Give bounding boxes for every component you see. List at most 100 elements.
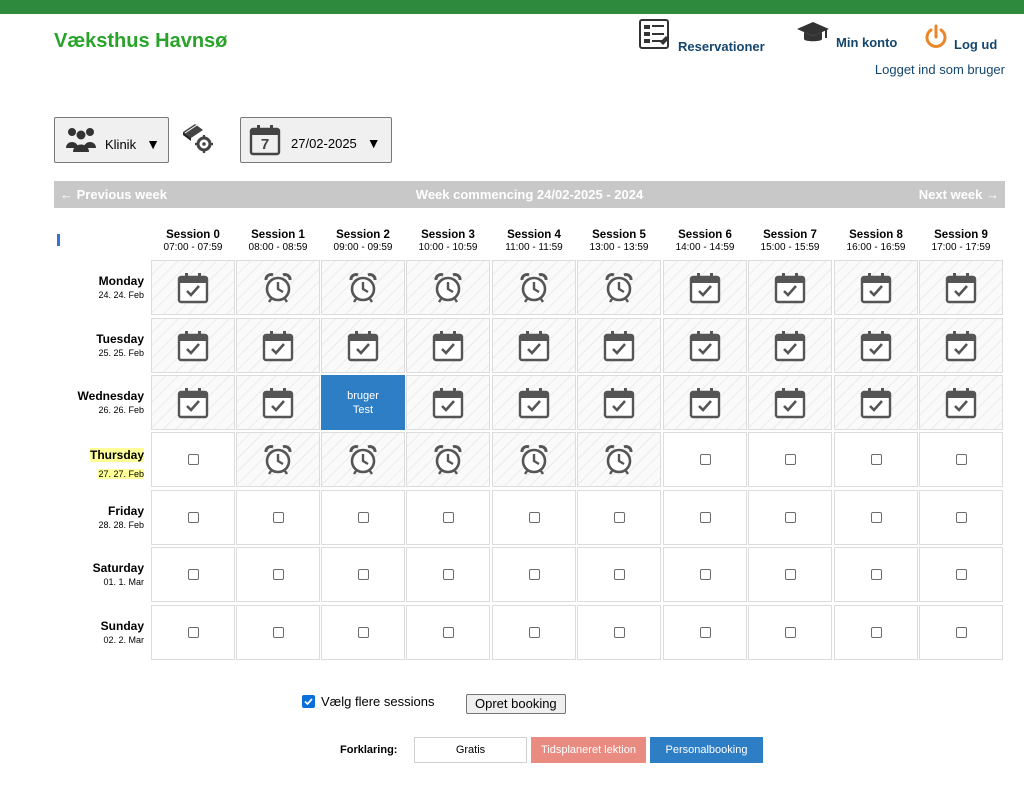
session-checkbox[interactable] bbox=[357, 569, 369, 580]
session-cell-available[interactable] bbox=[406, 318, 490, 373]
session-cell-selectable[interactable] bbox=[492, 605, 576, 660]
session-cell-selectable[interactable] bbox=[321, 490, 405, 545]
session-cell-selectable[interactable] bbox=[663, 490, 747, 545]
session-cell-selectable[interactable] bbox=[834, 605, 918, 660]
session-checkbox[interactable] bbox=[955, 627, 967, 638]
session-cell-selectable[interactable] bbox=[236, 547, 320, 602]
session-cell-available[interactable] bbox=[663, 318, 747, 373]
session-checkbox[interactable] bbox=[870, 569, 882, 580]
session-cell-available[interactable] bbox=[236, 375, 320, 430]
session-checkbox[interactable] bbox=[699, 627, 711, 638]
session-cell-selectable[interactable] bbox=[321, 605, 405, 660]
session-cell-selectable[interactable] bbox=[834, 432, 918, 487]
session-checkbox[interactable] bbox=[699, 512, 711, 523]
session-cell-available[interactable] bbox=[834, 318, 918, 373]
location-select[interactable]: Klinik ▼ bbox=[54, 117, 169, 163]
session-checkbox[interactable] bbox=[699, 569, 711, 580]
session-cell-selectable[interactable] bbox=[577, 490, 661, 545]
multi-select-toggle[interactable]: Vælg flere sessions bbox=[302, 694, 434, 709]
session-cell-selectable[interactable] bbox=[663, 547, 747, 602]
session-cell-available[interactable] bbox=[151, 375, 235, 430]
session-cell-scheduled[interactable] bbox=[406, 432, 490, 487]
session-checkbox[interactable] bbox=[272, 627, 284, 638]
session-checkbox[interactable] bbox=[187, 569, 199, 580]
session-cell-selectable[interactable] bbox=[748, 605, 832, 660]
session-cell-available[interactable] bbox=[236, 318, 320, 373]
session-cell-available[interactable] bbox=[748, 260, 832, 315]
session-cell-scheduled[interactable] bbox=[236, 432, 320, 487]
session-cell-selectable[interactable] bbox=[492, 490, 576, 545]
session-cell-scheduled[interactable] bbox=[492, 260, 576, 315]
session-cell-selectable[interactable] bbox=[919, 490, 1003, 545]
session-cell-available[interactable] bbox=[834, 260, 918, 315]
session-cell-available[interactable] bbox=[834, 375, 918, 430]
session-checkbox[interactable] bbox=[272, 512, 284, 523]
session-checkbox[interactable] bbox=[784, 627, 796, 638]
book-settings-icon[interactable] bbox=[180, 120, 214, 159]
session-cell-available[interactable] bbox=[577, 318, 661, 373]
session-cell-available[interactable] bbox=[919, 260, 1003, 315]
session-cell-selectable[interactable] bbox=[406, 605, 490, 660]
session-cell-available[interactable] bbox=[663, 375, 747, 430]
session-checkbox[interactable] bbox=[357, 512, 369, 523]
session-cell-available[interactable] bbox=[321, 318, 405, 373]
session-checkbox[interactable] bbox=[272, 569, 284, 580]
previous-week-link[interactable]: ← Previous week bbox=[60, 187, 167, 202]
session-checkbox[interactable] bbox=[187, 512, 199, 523]
session-checkbox[interactable] bbox=[528, 569, 540, 580]
session-cell-scheduled[interactable] bbox=[406, 260, 490, 315]
create-booking-button[interactable]: Opret booking bbox=[466, 694, 566, 714]
session-checkbox[interactable] bbox=[613, 569, 625, 580]
session-checkbox[interactable] bbox=[784, 569, 796, 580]
session-checkbox[interactable] bbox=[955, 569, 967, 580]
session-checkbox[interactable] bbox=[784, 512, 796, 523]
session-checkbox[interactable] bbox=[528, 627, 540, 638]
session-cell-available[interactable] bbox=[748, 318, 832, 373]
session-checkbox[interactable] bbox=[357, 627, 369, 638]
session-cell-selectable[interactable] bbox=[748, 432, 832, 487]
next-week-link[interactable]: Next week → bbox=[919, 187, 999, 202]
session-checkbox[interactable] bbox=[784, 454, 796, 465]
session-cell-selectable[interactable] bbox=[748, 547, 832, 602]
session-cell-selectable[interactable] bbox=[663, 432, 747, 487]
session-cell-scheduled[interactable] bbox=[577, 260, 661, 315]
session-cell-available[interactable] bbox=[577, 375, 661, 430]
date-select[interactable]: 7 27/02-2025 ▼ bbox=[240, 117, 392, 163]
session-cell-scheduled[interactable] bbox=[321, 260, 405, 315]
session-checkbox[interactable] bbox=[955, 512, 967, 523]
session-checkbox[interactable] bbox=[442, 569, 454, 580]
session-cell-selectable[interactable] bbox=[919, 432, 1003, 487]
session-cell-booked[interactable]: bruger Test bbox=[321, 375, 405, 430]
session-cell-available[interactable] bbox=[748, 375, 832, 430]
session-cell-selectable[interactable] bbox=[577, 605, 661, 660]
session-cell-available[interactable] bbox=[919, 318, 1003, 373]
session-cell-available[interactable] bbox=[919, 375, 1003, 430]
session-cell-available[interactable] bbox=[151, 318, 235, 373]
session-cell-scheduled[interactable] bbox=[236, 260, 320, 315]
session-cell-selectable[interactable] bbox=[577, 547, 661, 602]
session-cell-available[interactable] bbox=[151, 260, 235, 315]
session-checkbox[interactable] bbox=[187, 627, 199, 638]
session-cell-available[interactable] bbox=[492, 318, 576, 373]
session-cell-selectable[interactable] bbox=[321, 547, 405, 602]
session-checkbox[interactable] bbox=[699, 454, 711, 465]
session-cell-available[interactable] bbox=[663, 260, 747, 315]
session-checkbox[interactable] bbox=[442, 627, 454, 638]
nav-logout[interactable]: Log ud bbox=[924, 24, 997, 53]
session-cell-selectable[interactable] bbox=[406, 490, 490, 545]
session-checkbox[interactable] bbox=[870, 627, 882, 638]
session-cell-selectable[interactable] bbox=[151, 547, 235, 602]
session-cell-selectable[interactable] bbox=[236, 605, 320, 660]
session-cell-available[interactable] bbox=[492, 375, 576, 430]
session-cell-selectable[interactable] bbox=[919, 547, 1003, 602]
session-cell-selectable[interactable] bbox=[834, 547, 918, 602]
session-cell-selectable[interactable] bbox=[492, 547, 576, 602]
session-checkbox[interactable] bbox=[613, 627, 625, 638]
multi-select-checkbox[interactable] bbox=[302, 695, 315, 708]
session-cell-selectable[interactable] bbox=[406, 547, 490, 602]
nav-account[interactable]: Min konto bbox=[796, 18, 897, 51]
session-cell-selectable[interactable] bbox=[151, 432, 235, 487]
session-cell-selectable[interactable] bbox=[663, 605, 747, 660]
session-checkbox[interactable] bbox=[870, 454, 882, 465]
session-cell-selectable[interactable] bbox=[748, 490, 832, 545]
